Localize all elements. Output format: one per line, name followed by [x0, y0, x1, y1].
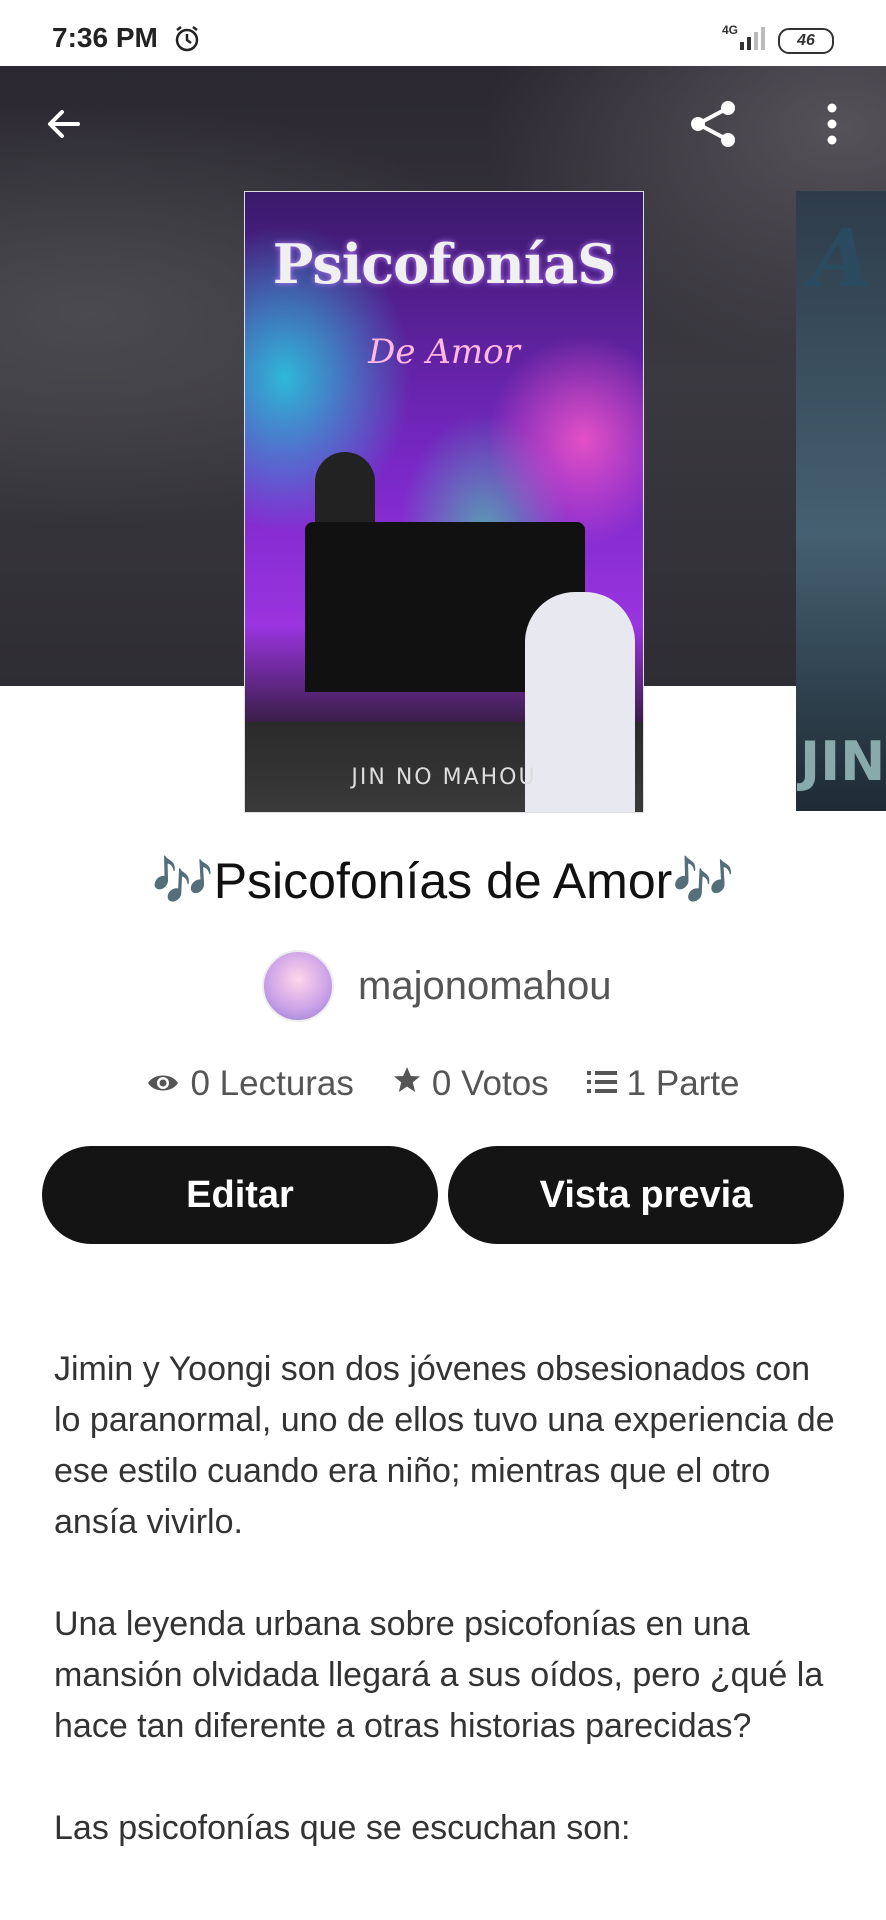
parts-stat: 1 Parte [586, 1064, 740, 1104]
reads-stat: 0 Lecturas [146, 1064, 354, 1104]
parts-count: 1 Parte [626, 1064, 740, 1103]
share-button[interactable] [684, 96, 744, 156]
next-cover-text: JIN [800, 730, 886, 793]
story-cover[interactable]: PsicofoníaS De Amor JIN NO MAHOU [244, 191, 644, 813]
description-paragraph: Una leyenda urbana sobre psicofonías en … [54, 1605, 824, 1745]
list-icon [586, 1064, 617, 1104]
story-stats: 0 Lecturas 0 Votos 1 Parte [0, 1064, 886, 1104]
eye-icon [146, 1064, 180, 1104]
description-paragraph: Jimin y Yoongi son dos jóvenes obsesiona… [54, 1350, 835, 1541]
more-vertical-icon [824, 102, 840, 151]
description-paragraph: Las psicofonías que se escuchan son: [54, 1809, 631, 1847]
back-button[interactable] [34, 96, 94, 156]
alarm-icon [172, 24, 202, 59]
votes-stat: 0 Votos [392, 1064, 549, 1104]
battery-indicator: 46 [778, 28, 834, 54]
reads-count: 0 Lecturas [190, 1064, 354, 1103]
network-type: 4G [722, 23, 739, 37]
status-time: 7:36 PM [52, 22, 158, 53]
avatar[interactable] [262, 950, 334, 1022]
cover-subtitle: De Amor [368, 332, 520, 372]
status-bar: 7:36 PM 4G 46 [0, 0, 886, 66]
votes-count: 0 Votos [431, 1064, 549, 1103]
star-icon [392, 1064, 422, 1104]
author-name[interactable]: majonomahou [358, 964, 612, 1009]
author-row[interactable]: majonomahou [262, 950, 612, 1022]
cover-title: PsicofoníaS [272, 232, 616, 296]
next-cover-letter: A [810, 211, 873, 305]
edit-button[interactable]: Editar [42, 1146, 438, 1244]
preview-button[interactable]: Vista previa [448, 1146, 844, 1244]
more-button[interactable] [802, 96, 862, 156]
story-title: 🎶Psicofonías de Amor🎶 [151, 853, 735, 909]
next-story-cover[interactable]: A JIN [796, 191, 886, 811]
story-description: Jimin y Yoongi son dos jóvenes obsesiona… [54, 1344, 844, 1905]
signal-icon [740, 26, 766, 55]
cover-author: JIN NO MAHOU [351, 765, 537, 790]
share-icon [686, 96, 742, 157]
arrow-left-icon [42, 102, 86, 151]
